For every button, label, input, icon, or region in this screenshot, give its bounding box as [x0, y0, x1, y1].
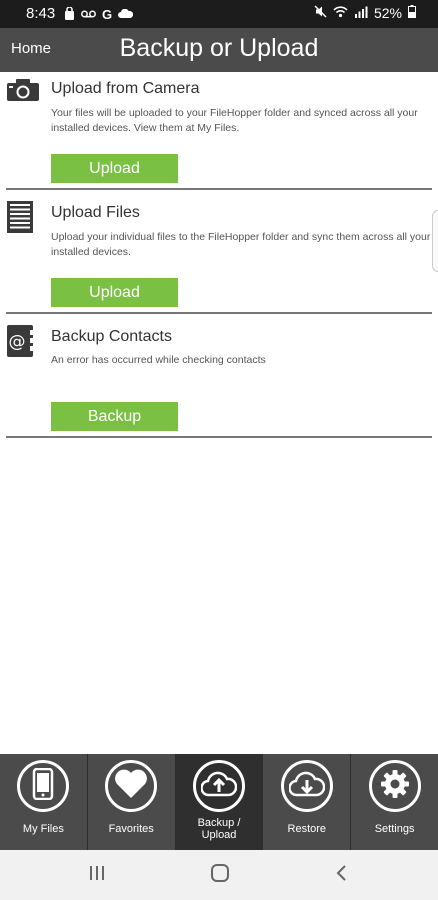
backup-contacts-section: @ Backup Contacts An error has occurred … — [0, 320, 438, 438]
upload-files-section: Upload Files Upload your individual file… — [0, 196, 438, 314]
section-description: Upload your individual files to the File… — [51, 231, 431, 258]
mute-icon — [314, 5, 327, 21]
tab-backup-upload[interactable]: Backup / Upload — [175, 754, 264, 850]
section-divider — [6, 188, 432, 190]
heart-icon — [114, 769, 148, 804]
camera-icon — [6, 78, 40, 107]
phone-icon — [32, 767, 54, 805]
tab-label: Backup / Upload — [197, 817, 241, 841]
section-divider — [6, 312, 432, 314]
status-bar: 8:43 G 52% — [0, 0, 438, 28]
battery-percentage: 52% — [373, 5, 402, 21]
voicemail-icon — [81, 8, 96, 22]
backup-contacts-button[interactable]: Backup — [51, 402, 178, 431]
section-divider — [6, 436, 432, 438]
section-description: Your files will be uploaded to your File… — [51, 107, 418, 134]
upload-files-button[interactable]: Upload — [51, 278, 178, 307]
app-header: Home Backup or Upload — [0, 28, 438, 72]
section-title: Upload Files — [51, 204, 140, 221]
cloud-download-icon — [288, 770, 326, 803]
tab-label: Settings — [374, 823, 415, 835]
signal-icon — [354, 6, 368, 21]
tab-settings[interactable]: Settings — [351, 754, 438, 850]
cloud-upload-icon — [200, 770, 238, 803]
wifi-icon — [333, 5, 348, 21]
lock-notification-icon — [64, 6, 75, 23]
upload-camera-button[interactable]: Upload — [51, 154, 178, 183]
section-title: Backup Contacts — [51, 328, 172, 345]
recent-apps-icon[interactable] — [88, 864, 106, 888]
bottom-nav: My Files Favorites Backup / Upload Resto… — [0, 754, 438, 850]
system-nav-bar — [0, 850, 438, 900]
contact-book-icon: @ — [6, 324, 34, 363]
tab-label: My Files — [22, 823, 64, 835]
home-circle-icon[interactable] — [210, 864, 230, 888]
tab-favorites[interactable]: Favorites — [88, 754, 176, 850]
section-title: Upload from Camera — [51, 80, 200, 97]
google-icon: G — [102, 7, 113, 22]
scroll-handle[interactable] — [432, 210, 438, 272]
upload-camera-section: Upload from Camera Your files will be up… — [0, 72, 438, 192]
back-icon[interactable] — [335, 864, 349, 888]
battery-icon — [408, 5, 416, 21]
tab-my-files[interactable]: My Files — [0, 754, 88, 850]
tab-label: Favorites — [108, 823, 154, 835]
status-time: 8:43 — [26, 5, 56, 22]
svg-text:@: @ — [9, 332, 26, 352]
gear-icon — [380, 769, 410, 804]
cloud-notification-icon — [118, 8, 134, 22]
tab-restore[interactable]: Restore — [263, 754, 352, 850]
tab-label: Restore — [287, 823, 327, 835]
section-description: An error has occurred while checking con… — [51, 354, 266, 366]
file-icon — [6, 200, 34, 239]
page-title: Backup or Upload — [119, 34, 319, 62]
